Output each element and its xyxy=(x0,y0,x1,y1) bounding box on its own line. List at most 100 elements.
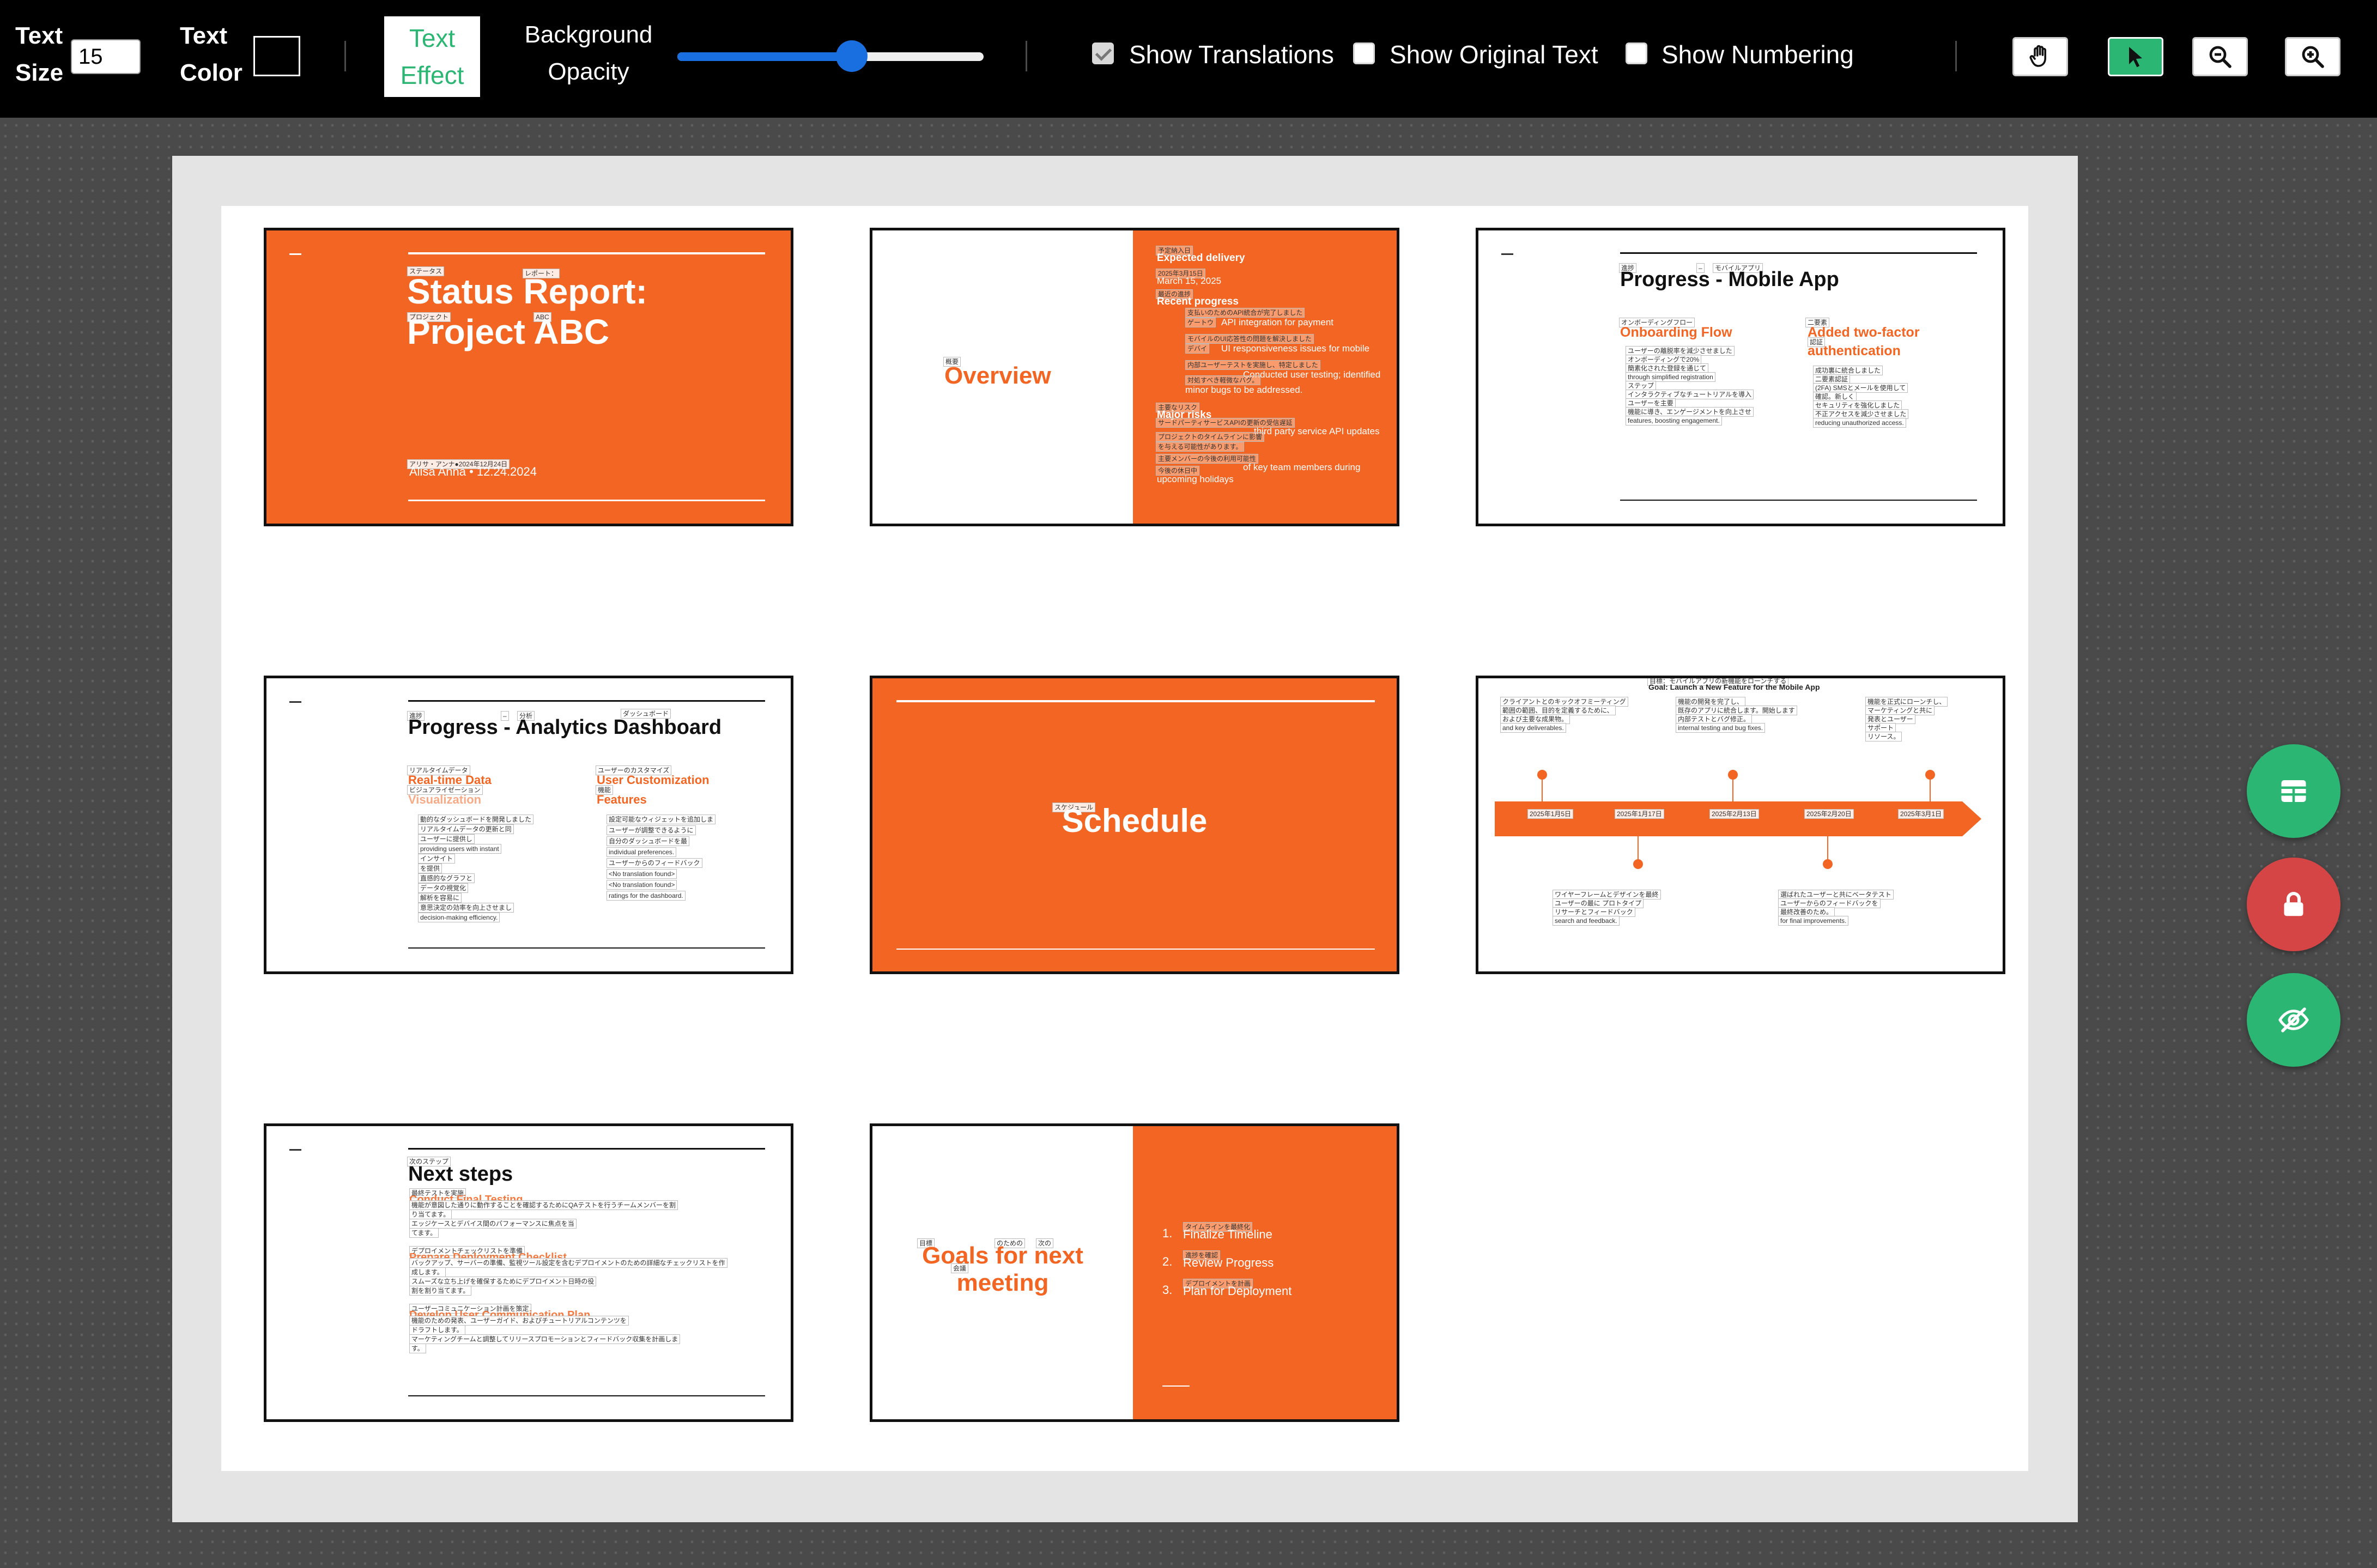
slider-thumb[interactable] xyxy=(836,40,868,72)
slide-1[interactable]: ステータス レポート： Status Report: プロジェクト ABC Pr… xyxy=(264,228,793,526)
text-line: individual preferences. xyxy=(607,847,677,857)
divider xyxy=(344,41,346,71)
rule xyxy=(896,949,1375,950)
timeline-date: 2025年1月5日 xyxy=(1527,809,1574,819)
slide-7[interactable]: 次のステップ Next steps 最終テストを実施 Conduct Final … xyxy=(264,1123,793,1422)
timeline-dot xyxy=(1925,770,1935,780)
rule xyxy=(408,252,765,254)
slide-5[interactable]: スケジュール Schedule xyxy=(870,676,1399,974)
text-line: providing users with instant xyxy=(418,844,501,854)
annotation: プロジェクトのタイムラインに影響 xyxy=(1156,432,1265,442)
goal-number: 1. xyxy=(1162,1226,1173,1240)
recent-progress: Recent progress xyxy=(1157,296,1239,307)
text-line: <No translation found> xyxy=(607,869,677,879)
text-line: 割を割り当てます。 xyxy=(409,1286,472,1296)
select-tool-button[interactable] xyxy=(2108,37,2163,76)
eye-off-icon xyxy=(2278,1007,2309,1032)
show-translations-label[interactable]: Show Translations xyxy=(1129,39,1334,70)
text-color-swatch[interactable] xyxy=(253,36,300,76)
hand-icon xyxy=(2029,45,2046,67)
delivery-date: March 15, 2025 xyxy=(1157,276,1222,286)
text-line: for final improvements. xyxy=(1778,916,1849,926)
column-heading: authentication xyxy=(1808,343,1901,358)
text-line: データの視覚化 xyxy=(418,883,469,893)
divider xyxy=(1955,41,1957,71)
hand-tool-button[interactable] xyxy=(2012,37,2068,76)
show-translations-checkbox[interactable] xyxy=(1092,42,1114,64)
lock-button[interactable] xyxy=(2247,858,2340,951)
show-numbering-checkbox[interactable] xyxy=(1626,42,1647,64)
slide-3[interactable]: 進捗 – モバイルアプリ Progress - Mobile App オンボーデ… xyxy=(1476,228,2005,526)
text-line: リソース。 xyxy=(1865,732,1902,742)
show-original-text-label[interactable]: Show Original Text xyxy=(1390,39,1598,70)
show-original-text-checkbox[interactable] xyxy=(1353,42,1375,64)
text-line: マーケティングチームと調整してリリースプロモーションとフィードバック収集を計画し… xyxy=(409,1334,681,1344)
text-line: インサイト xyxy=(418,854,456,864)
slide-6[interactable]: 目標：モバイルアプリの新機能をローンチする Goal: Launch a New… xyxy=(1476,676,2005,974)
slide-2[interactable]: 概要 Overview 予定納入日 Expected delivery 2025… xyxy=(870,228,1399,526)
table-icon xyxy=(2281,780,2306,802)
timeline-date: 2025年2月13日 xyxy=(1709,809,1759,819)
goal-item: Finalize Timeline xyxy=(1183,1227,1272,1241)
text-line: を提供 xyxy=(418,864,442,873)
zoom-out-button[interactable] xyxy=(2192,37,2248,76)
slide-8[interactable]: 目標 のための 次の Goals for next 会議 meeting 1. タ… xyxy=(870,1123,1399,1422)
bullet: Conducted user testing; identified xyxy=(1243,369,1381,380)
risk-line: upcoming holidays xyxy=(1157,474,1234,484)
rule xyxy=(1620,252,1977,254)
bullet: minor bugs to be addressed. xyxy=(1185,385,1303,395)
slider-fill xyxy=(677,52,852,61)
column-heading: Onboarding Flow xyxy=(1620,325,1732,340)
hide-button[interactable] xyxy=(2247,973,2340,1067)
slide-title: Project ABC xyxy=(407,312,610,351)
slide-title: Progress - Analytics Dashboard xyxy=(408,716,722,739)
text-line: ユーザーが調整できるように xyxy=(607,825,696,835)
annotation: デバイ xyxy=(1185,344,1210,354)
column-heading: Visualization xyxy=(408,793,482,806)
text-color-label: Text Color xyxy=(180,22,242,86)
column-heading: User Customization xyxy=(597,773,710,787)
text-size-input[interactable] xyxy=(71,39,141,74)
background-opacity-slider[interactable] xyxy=(677,40,984,72)
slide-mark xyxy=(1501,253,1513,255)
slide-footer: Alisa Anna • 12.24.2024 xyxy=(409,465,537,478)
text-line: リアルタイムデータの更新と同 xyxy=(418,824,514,834)
slide-mark xyxy=(289,701,301,703)
text-line: す。 xyxy=(409,1344,426,1353)
slides-canvas: ステータス レポート： Status Report: プロジェクト ABC Pr… xyxy=(221,206,2028,1471)
show-numbering-label[interactable]: Show Numbering xyxy=(1662,39,1854,70)
zoom-out-icon xyxy=(2209,46,2232,68)
timeline-dot xyxy=(1537,770,1547,780)
rule xyxy=(408,700,765,702)
goal-item: Review Progress xyxy=(1183,1256,1274,1269)
slide-mark xyxy=(289,253,301,255)
goal-number: 3. xyxy=(1162,1283,1173,1297)
text-line: 動的なダッシュボードを開発しました xyxy=(418,815,534,824)
annotation: を与える可能性があります。 xyxy=(1156,442,1245,452)
text-line: 機能のための発表、ユーザーガイド、およびチュートリアルコンテンツを xyxy=(409,1316,629,1326)
timeline-dot xyxy=(1728,770,1738,780)
zoom-in-button[interactable] xyxy=(2285,37,2340,76)
zoom-in-icon xyxy=(2302,46,2324,68)
risk-line: of key team members during xyxy=(1243,462,1361,472)
timeline-date: 2025年1月17日 xyxy=(1615,809,1664,819)
text-line: 意思決定の効率を向上させまし xyxy=(418,903,514,913)
goal-item: Plan for Deployment xyxy=(1183,1284,1292,1298)
rule xyxy=(896,700,1375,702)
text-line: features, boosting engagement. xyxy=(1626,416,1722,426)
rule xyxy=(1162,1385,1190,1387)
text-line: ratings for the dashboard. xyxy=(607,891,686,901)
cursor-icon xyxy=(2129,47,2142,68)
slide-title: Progress - Mobile App xyxy=(1620,268,1839,291)
table-view-button[interactable] xyxy=(2247,744,2340,838)
text-effect-button[interactable]: Text Effect xyxy=(384,16,480,97)
slide-4[interactable]: 進捗 – 分析 ダッシュボード Progress - Analytics Das… xyxy=(264,676,793,974)
text-line: <No translation found> xyxy=(607,880,677,890)
slide-title: Schedule xyxy=(1062,803,1208,839)
annotation: ゲートウ xyxy=(1185,318,1216,327)
text-line: internal testing and bug fixes. xyxy=(1676,723,1766,733)
expected-delivery: Expected delivery xyxy=(1157,252,1245,264)
rule xyxy=(408,500,765,501)
toolbar: TextSize TextColor TextEffect Background… xyxy=(0,0,2377,118)
bullet: UI responsiveness issues for mobile xyxy=(1221,343,1370,354)
